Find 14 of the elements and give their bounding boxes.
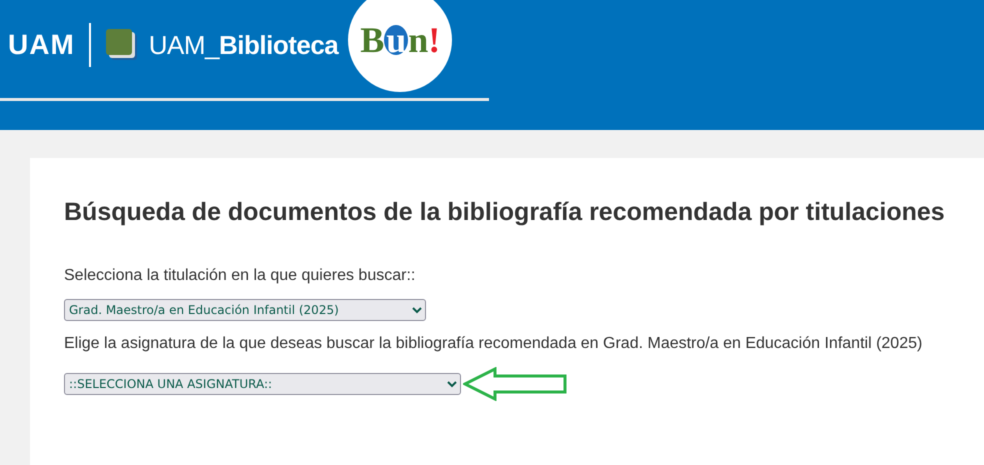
logo-letter: n: [408, 19, 428, 61]
books-icon: [104, 28, 139, 62]
subject-select[interactable]: ::SELECCIONA UNA ASIGNATURA::: [64, 373, 461, 395]
logo-letter: B: [360, 19, 384, 61]
arrow-icon: [463, 367, 569, 401]
degree-select[interactable]: Grad. Maestro/a en Educación Infantil (2025): [64, 299, 426, 321]
library-logo[interactable]: UAM_Biblioteca: [148, 30, 338, 60]
logo-letter: !: [428, 19, 440, 61]
logo-letter: u: [384, 25, 408, 55]
uam-logo[interactable]: UAM: [8, 29, 75, 61]
logo-badge[interactable]: Bun!: [348, 0, 452, 92]
page-title: Búsqueda de documentos de la bibliografía recomendada por titulaciones: [64, 198, 946, 227]
subject-label: Elige la asignatura de la que deseas buscar la bibliografía recomendada en Grad. Maestro/a en Educación Infantil (2025): [64, 335, 924, 353]
degree-label: Selecciona la titulación en la que quieres buscar::: [64, 267, 416, 285]
